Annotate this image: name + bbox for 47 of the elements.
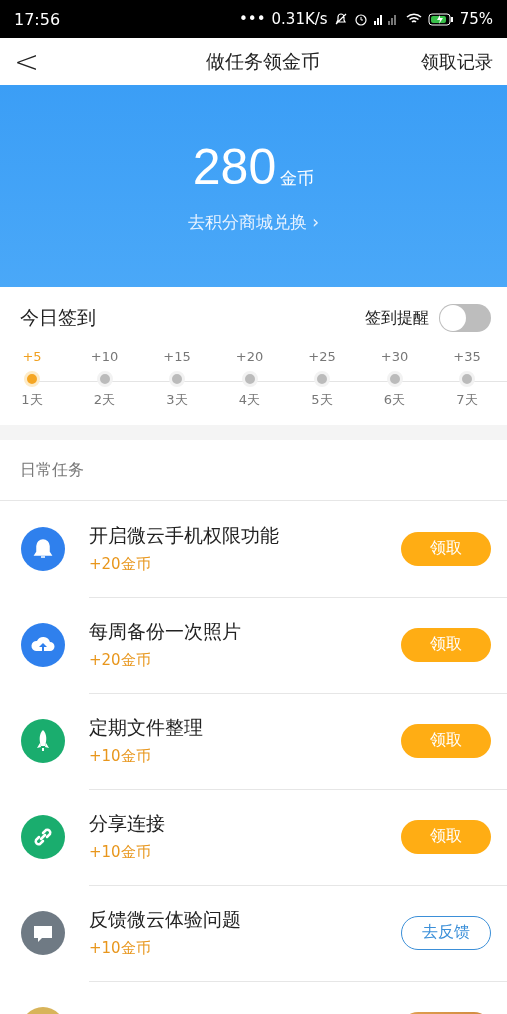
task-title: 定期文件整理 <box>89 715 204 740</box>
task-title: 反馈微云体验问题 <box>89 907 242 932</box>
task-button[interactable]: 领取 <box>401 723 491 758</box>
bonus-text: +10 <box>90 349 119 366</box>
bonus-text: +5 <box>22 349 42 366</box>
coin-unit: 金币 <box>280 166 315 190</box>
reward-text: +10金币 <box>89 747 152 766</box>
task-button[interactable]: 领取 <box>401 627 491 662</box>
day-label: 6天 <box>383 391 406 409</box>
task-title: 每周备份一次照片 <box>89 619 242 644</box>
wifi-icon <box>405 13 422 25</box>
bonus-text: +20 <box>235 349 264 366</box>
back-button[interactable]: < <box>8 44 46 79</box>
task-button[interactable]: 领取 <box>401 819 491 854</box>
battery-icon <box>427 12 454 26</box>
clock-text: 17:56 <box>14 9 61 29</box>
task-title: 分享连接 <box>89 811 166 836</box>
coin-amount: 280 <box>192 137 277 196</box>
task-button[interactable]: 领取 <box>401 531 491 566</box>
bonus-text: +35 <box>453 349 481 366</box>
reminder-toggle[interactable] <box>439 304 491 332</box>
task-button[interactable]: 去反馈 <box>401 915 491 950</box>
network-speed-text: 0.31K/s <box>271 10 328 28</box>
more-text: ••• <box>239 10 266 28</box>
task-title: 开启微云手机权限功能 <box>89 523 280 548</box>
page-title: 做任务领金币 <box>206 48 321 74</box>
day-label: 7天 <box>456 391 478 409</box>
reward-text: +20金币 <box>89 651 152 670</box>
day-label: 4天 <box>238 391 261 409</box>
section-title: 日常任务 <box>20 459 84 481</box>
day-label: 1天 <box>21 391 43 409</box>
reward-text: +10金币 <box>89 939 152 958</box>
reward-text: +20金币 <box>89 555 152 574</box>
mute-icon <box>333 12 348 26</box>
battery-text: 75% <box>459 10 493 28</box>
claim-history-link[interactable]: 领取记录 <box>421 49 493 74</box>
bonus-text: +25 <box>308 349 336 366</box>
reward-text: +10金币 <box>89 843 152 862</box>
day-label: 5天 <box>311 391 333 409</box>
reminder-label: 签到提醒 <box>365 307 429 329</box>
points-mall-link[interactable]: 去积分商城兑换 › <box>181 209 326 235</box>
bonus-text: +30 <box>380 349 409 366</box>
bonus-text: +15 <box>163 349 191 366</box>
section-title: 今日签到 <box>20 305 97 330</box>
day-label: 2天 <box>93 391 116 409</box>
day-label: 3天 <box>166 391 188 409</box>
alarm-icon <box>353 12 368 26</box>
